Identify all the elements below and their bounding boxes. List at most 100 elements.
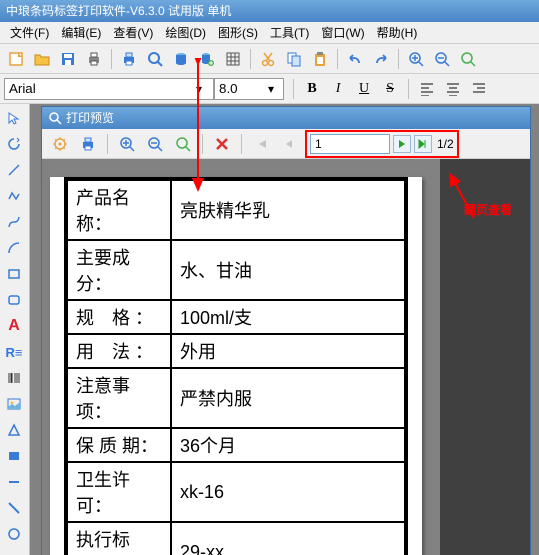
separator: [111, 49, 112, 69]
preview-zoomfit-icon[interactable]: [171, 132, 195, 156]
align-center-icon[interactable]: [442, 78, 464, 100]
separator: [250, 49, 251, 69]
preview-print-icon[interactable]: [76, 132, 100, 156]
menu-help[interactable]: 帮助(H): [371, 24, 424, 41]
window-title: 中琅条码标签打印软件-V6.3.0 试用版 单机: [6, 4, 231, 18]
menu-edit[interactable]: 编辑(E): [55, 24, 107, 41]
underline-button[interactable]: U: [353, 78, 375, 100]
ellipse-tool-icon[interactable]: [2, 522, 26, 546]
cut-icon[interactable]: [256, 47, 280, 71]
menu-shape[interactable]: 图形(S): [212, 24, 264, 41]
label-value: 严禁内服: [171, 368, 405, 428]
label-value: 29-xx: [171, 522, 405, 555]
grid-icon[interactable]: [221, 47, 245, 71]
menu-file[interactable]: 文件(F): [4, 24, 55, 41]
image-tool-icon[interactable]: [2, 392, 26, 416]
canvas-area: 打印预览 1/2: [30, 104, 539, 555]
zoom-out-icon[interactable]: [430, 47, 454, 71]
pointer-tool-icon[interactable]: [2, 106, 26, 130]
table-row: 主要成分：水、甘油: [67, 240, 405, 300]
open-icon[interactable]: [30, 47, 54, 71]
zoom-in-icon[interactable]: [404, 47, 428, 71]
save-icon[interactable]: [56, 47, 80, 71]
menu-window[interactable]: 窗口(W): [315, 24, 370, 41]
arc-tool-icon[interactable]: [2, 236, 26, 260]
label-key: 用 法 ：: [67, 334, 171, 368]
last-page-button[interactable]: [414, 135, 432, 153]
barcode-tool-icon[interactable]: [2, 366, 26, 390]
window-title-bar: 中琅条码标签打印软件-V6.3.0 试用版 单机: [0, 0, 539, 22]
redo-icon[interactable]: [369, 47, 393, 71]
zoom-fit-icon[interactable]: [456, 47, 480, 71]
label-value: xk-16: [171, 462, 405, 522]
preview-prev-icon[interactable]: [277, 132, 301, 156]
print-icon[interactable]: [82, 47, 106, 71]
menu-view[interactable]: 查看(V): [107, 24, 159, 41]
italic-button[interactable]: I: [327, 78, 349, 100]
label-table: 产品名称：亮肤精华乳主要成分：水、甘油规 格 ：100ml/支用 法 ：外用注意…: [66, 179, 406, 555]
label-value: 36个月: [171, 428, 405, 462]
menu-draw[interactable]: 绘图(D): [159, 24, 212, 41]
label-key: 保 质 期：: [67, 428, 171, 462]
label-value: 外用: [171, 334, 405, 368]
label-key: 产品名称：: [67, 180, 171, 240]
preview-toolbar: 1/2: [42, 129, 530, 159]
separator: [202, 134, 203, 154]
label-value: 100ml/支: [171, 300, 405, 334]
preview-close-icon[interactable]: [210, 132, 234, 156]
label-page: 产品名称：亮肤精华乳主要成分：水、甘油规 格 ：100ml/支用 法 ：外用注意…: [50, 177, 422, 555]
new-icon[interactable]: [4, 47, 28, 71]
preview-body: 产品名称：亮肤精华乳主要成分：水、甘油规 格 ：100ml/支用 法 ：外用注意…: [42, 159, 530, 555]
page-number-input[interactable]: [310, 134, 390, 154]
preview-zoomin-icon[interactable]: [115, 132, 139, 156]
table-row: 执行标准：29-xx: [67, 522, 405, 555]
label-key: 执行标准：: [67, 522, 171, 555]
curve-tool-icon[interactable]: [2, 210, 26, 234]
align-left-icon[interactable]: [416, 78, 438, 100]
print-blue-icon[interactable]: [117, 47, 141, 71]
label-key: 卫生许可：: [67, 462, 171, 522]
page-navigation-box: 1/2: [305, 130, 459, 158]
separator: [337, 49, 338, 69]
copy-icon[interactable]: [282, 47, 306, 71]
line2-tool-icon[interactable]: [2, 470, 26, 494]
preview-settings-icon[interactable]: [48, 132, 72, 156]
preview-title-text: 打印预览: [66, 107, 114, 129]
db-add-icon[interactable]: [195, 47, 219, 71]
diagonal-tool-icon[interactable]: [2, 496, 26, 520]
polyline-tool-icon[interactable]: [2, 184, 26, 208]
database-icon[interactable]: [169, 47, 193, 71]
font-toolbar: ▾ ▾ B I U S: [0, 74, 539, 104]
preview-dark-panel: [440, 159, 530, 555]
align-right-icon[interactable]: [468, 78, 490, 100]
font-name-select[interactable]: [4, 78, 214, 100]
dropdown-icon[interactable]: ▾: [268, 82, 274, 96]
table-row: 卫生许可：xk-16: [67, 462, 405, 522]
richtext-tool-icon[interactable]: R≡: [2, 340, 26, 364]
preview-zoomout-icon[interactable]: [143, 132, 167, 156]
menu-tool[interactable]: 工具(T): [264, 24, 315, 41]
print-preview-window: 打印预览 1/2: [41, 106, 531, 555]
rect-tool-icon[interactable]: [2, 262, 26, 286]
tool-palette: A R≡: [0, 104, 30, 555]
undo-icon[interactable]: [343, 47, 367, 71]
table-row: 保 质 期：36个月: [67, 428, 405, 462]
paste-icon[interactable]: [308, 47, 332, 71]
text-tool-icon[interactable]: A: [2, 314, 26, 338]
roundrect-tool-icon[interactable]: [2, 288, 26, 312]
bold-button[interactable]: B: [301, 78, 323, 100]
menu-bar: 文件(F) 编辑(E) 查看(V) 绘图(D) 图形(S) 工具(T) 窗口(W…: [0, 22, 539, 44]
dropdown-icon[interactable]: ▾: [196, 82, 202, 96]
line-tool-icon[interactable]: [2, 158, 26, 182]
label-value: 水、甘油: [171, 240, 405, 300]
next-page-button[interactable]: [393, 135, 411, 153]
rotate-tool-icon[interactable]: [2, 132, 26, 156]
preview-icon[interactable]: [143, 47, 167, 71]
triangle-tool-icon[interactable]: [2, 418, 26, 442]
table-row: 用 法 ：外用: [67, 334, 405, 368]
fillrect-tool-icon[interactable]: [2, 444, 26, 468]
preview-icon: [48, 111, 62, 125]
main-toolbar: [0, 44, 539, 74]
strike-button[interactable]: S: [379, 78, 401, 100]
preview-first-icon[interactable]: [249, 132, 273, 156]
